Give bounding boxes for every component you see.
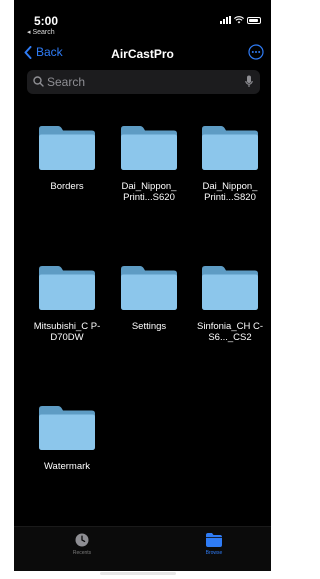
folder-name: Dai_Nippon_ Printi...S820 — [202, 181, 258, 203]
folder-item[interactable]: Dai_Nippon_ Printi...S820 — [190, 126, 270, 203]
files-app-screen: 5:00 ◂ Search Back AirCastPro Search Bor… — [14, 0, 271, 571]
folder-icon — [206, 533, 222, 547]
status-time: 5:00 — [34, 14, 59, 28]
folder-name: Dai_Nippon_ Printi...S620 — [121, 181, 177, 203]
folder-item[interactable]: Settings — [109, 266, 189, 332]
tab-bar: Recents Browse — [14, 526, 271, 571]
search-bar — [27, 70, 260, 94]
folder-name: Settings — [131, 321, 167, 332]
folder-item[interactable]: Mitsubishi_C P-D70DW — [27, 266, 107, 343]
folder-name: Sinfonia_CH C-S6..._CS2 — [197, 321, 263, 343]
status-bar: 5:00 ◂ Search — [14, 0, 271, 40]
folder-icon — [202, 266, 258, 310]
folder-item[interactable]: Borders — [27, 126, 107, 192]
page-title: AirCastPro — [111, 47, 174, 61]
clock-icon — [75, 533, 89, 547]
tab-recents-label: Recents — [72, 550, 92, 556]
signal-icon — [220, 16, 231, 24]
folder-name: Mitsubishi_C P-D70DW — [33, 321, 101, 343]
tab-browse[interactable]: Browse — [184, 533, 244, 556]
folder-item[interactable]: Dai_Nippon_ Printi...S620 — [109, 126, 189, 203]
battery-icon — [247, 17, 261, 24]
folder-icon — [202, 126, 258, 170]
folder-icon — [121, 126, 177, 170]
wifi-icon — [234, 16, 244, 24]
folder-icon — [121, 266, 177, 310]
home-indicator[interactable] — [100, 572, 176, 575]
folder-item[interactable]: Watermark — [27, 406, 107, 472]
folder-name: Watermark — [43, 461, 91, 472]
folder-item[interactable]: Sinfonia_CH C-S6..._CS2 — [190, 266, 270, 343]
search-input[interactable] — [47, 73, 237, 91]
more-options-icon[interactable] — [248, 44, 264, 60]
folder-icon — [39, 126, 95, 170]
folder-name: Borders — [50, 181, 84, 192]
folder-icon — [39, 406, 95, 450]
tab-recents[interactable]: Recents — [52, 533, 112, 556]
search-icon — [33, 76, 44, 87]
navigation-bar: Back AirCastPro — [14, 40, 271, 68]
status-icons — [220, 16, 261, 24]
microphone-icon[interactable] — [245, 75, 253, 88]
back-to-app-link[interactable]: ◂ Search — [27, 28, 55, 36]
folder-icon — [39, 266, 95, 310]
tab-browse-label: Browse — [205, 550, 223, 556]
